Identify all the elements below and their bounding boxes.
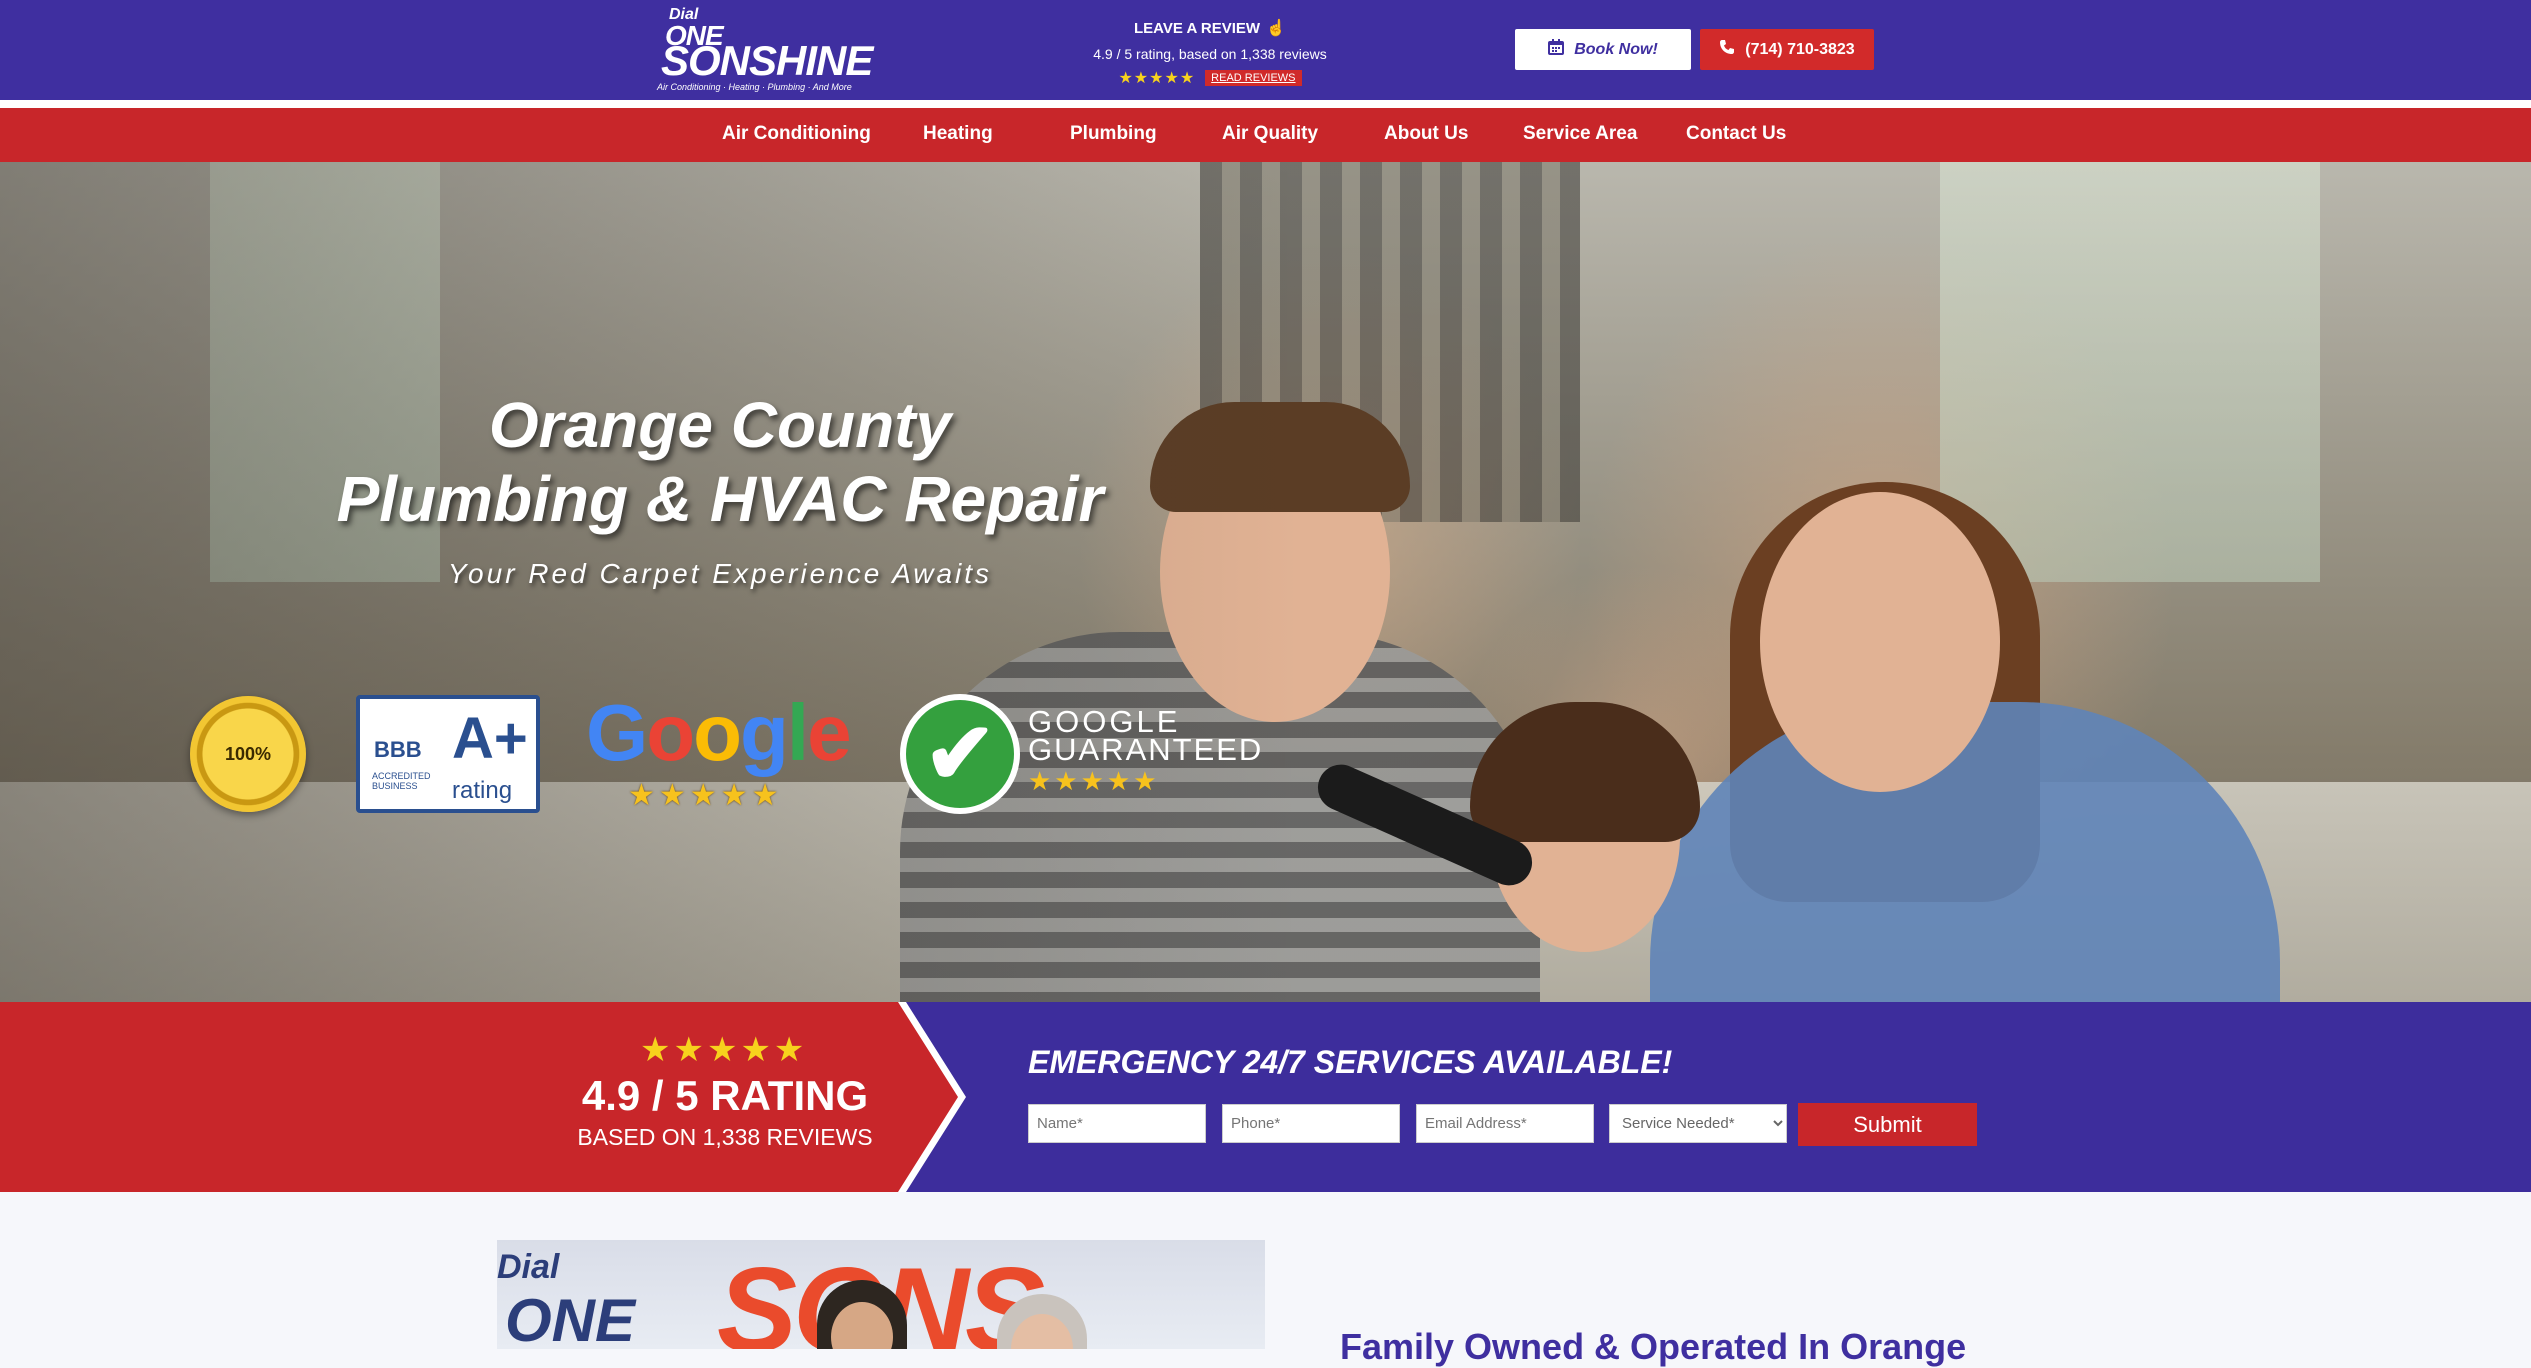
email-input[interactable] xyxy=(1416,1104,1594,1143)
google-guaranteed-badge: ✔ GOOGLE GUARANTEED ★★★★★ xyxy=(900,694,1261,818)
promo-dial-text: Dial xyxy=(497,1248,560,1286)
hero-window-right xyxy=(1940,162,2320,582)
leave-review-label: LEAVE A REVIEW xyxy=(1133,20,1261,37)
logo-name: SONSHINE xyxy=(661,37,873,84)
service-needed-select[interactable]: Service Needed* xyxy=(1609,1104,1787,1143)
phone-number-label: (714) 710-3823 xyxy=(1745,40,1855,58)
read-reviews-button[interactable]: READ REVIEWS xyxy=(1205,70,1302,86)
about-section: Dial ONE SONS Family Owned & Operated In… xyxy=(0,1192,2531,1367)
phone-call-button[interactable]: (714) 710-3823 xyxy=(1700,29,1874,70)
header-rating-text: 4.9 / 5 rating, based on 1,338 reviews xyxy=(1093,46,1327,62)
submit-button[interactable]: Submit xyxy=(1798,1103,1977,1146)
guaranteed-stars-icon: ★★★★★ xyxy=(1028,766,1160,796)
cta-rating: 4.9 / 5 RATING xyxy=(581,1072,869,1119)
hero-title-line2: Plumbing & HVAC Repair xyxy=(336,463,1104,535)
bbb-logo: BBB xyxy=(374,737,422,762)
phone-input[interactable] xyxy=(1222,1104,1400,1143)
google-logo: Google xyxy=(586,688,852,777)
main-navigation: Air Conditioning Heating Plumbing Air Qu… xyxy=(0,108,2531,162)
header-stars-icon: ★★★★★ xyxy=(1118,70,1196,87)
nav-item-about-us[interactable]: About Us xyxy=(1384,123,1468,145)
phone-icon xyxy=(1719,39,1735,60)
leave-review-link[interactable]: LEAVE A REVIEW ☝ xyxy=(1060,18,1360,38)
google-stars-icon: ★★★★★ xyxy=(628,779,783,812)
pointer-hand-icon: ☝ xyxy=(1266,20,1287,37)
hero-girl-hair xyxy=(1470,702,1700,842)
satisfaction-percent: 100% xyxy=(224,743,272,764)
nav-item-air-conditioning[interactable]: Air Conditioning xyxy=(722,123,871,145)
name-input[interactable] xyxy=(1028,1104,1206,1143)
calendar-icon xyxy=(1548,39,1565,60)
hero-title-line1: Orange County xyxy=(488,389,952,461)
bbb-rating-text: rating xyxy=(452,777,513,804)
logo-tagline: Air Conditioning · Heating · Plumbing · … xyxy=(657,82,852,92)
nav-item-plumbing[interactable]: Plumbing xyxy=(1070,123,1157,145)
nav-item-contact-us[interactable]: Contact Us xyxy=(1686,123,1786,145)
nav-item-air-quality[interactable]: Air Quality xyxy=(1222,123,1318,145)
book-now-button[interactable]: Book Now! xyxy=(1515,29,1691,70)
emergency-heading: EMERGENCY 24/7 SERVICES AVAILABLE! xyxy=(1028,1044,1673,1080)
nav-item-service-area[interactable]: Service Area xyxy=(1523,123,1637,145)
promo-one-text: ONE xyxy=(505,1287,636,1349)
google-reviews-badge: Google ★★★★★ xyxy=(586,688,852,828)
hero-section: Orange County Plumbing & HVAC Repair You… xyxy=(0,162,2531,1002)
family-owned-heading: Family Owned & Operated In Orange xyxy=(1340,1326,1967,1367)
hero-woman-face xyxy=(1760,492,2000,792)
top-header: Dial ONE SONSHINE Air Conditioning · Hea… xyxy=(0,0,2531,100)
guaranteed-line2: GUARANTEED xyxy=(1028,732,1264,767)
bbb-accredited-text: ACCREDITED BUSINESS xyxy=(372,771,431,791)
checkmark-icon: ✔ xyxy=(900,694,1020,814)
nav-divider xyxy=(0,100,2531,108)
emergency-cta-band: ★★★★★ 4.9 / 5 RATING BASED ON 1,338 REVI… xyxy=(0,1002,2531,1192)
bbb-grade: A+ xyxy=(452,706,528,771)
book-now-label: Book Now! xyxy=(1574,40,1658,58)
cta-stars-icon: ★★★★★ xyxy=(640,1031,808,1069)
hero-title: Orange County Plumbing & HVAC Repair xyxy=(250,388,1190,536)
review-summary: LEAVE A REVIEW ☝ 4.9 / 5 rating, based on… xyxy=(1060,10,1360,90)
promo-image: Dial ONE SONS xyxy=(497,1240,1265,1349)
sonshine-logo[interactable]: Dial ONE SONSHINE Air Conditioning · Hea… xyxy=(655,6,905,92)
cta-based-on: BASED ON 1,338 REVIEWS xyxy=(577,1124,873,1150)
satisfaction-guarantee-badge: 100% xyxy=(190,696,306,812)
bbb-rating-badge: BBB ACCREDITED BUSINESS A+ rating xyxy=(356,695,540,813)
hero-subtitle: Your Red Carpet Experience Awaits xyxy=(447,558,993,589)
nav-item-heating[interactable]: Heating xyxy=(923,123,993,145)
